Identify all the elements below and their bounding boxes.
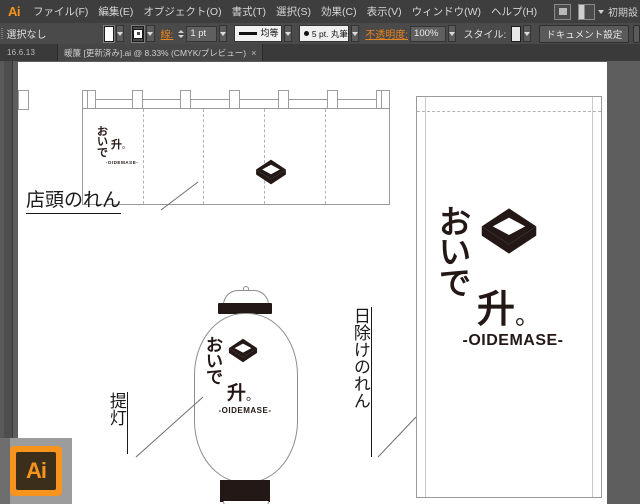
menu-bar: Ai ファイル(F) 編集(E) オブジェクト(O) 書式(T) 選択(S) 効… (0, 0, 640, 24)
fill-color-swatch[interactable] (103, 25, 114, 42)
close-icon[interactable]: × (251, 48, 256, 58)
bridge-icon[interactable] (554, 3, 572, 20)
logo-maru: 。 (515, 301, 541, 330)
document-tab-bar: 16.6.13 暖簾 [更新済み].ai @ 8.33% (CMYK/プレビュー… (0, 44, 640, 62)
annotation-lantern: 提灯 (106, 392, 128, 454)
oidemase-logo-lantern: お い で 升 。 -OIDEMASE- (206, 337, 284, 415)
logo-maru: 。 (122, 141, 130, 150)
menu-view[interactable]: 表示(V) (362, 0, 407, 23)
menu-window[interactable]: ウィンドウ(W) (407, 0, 486, 23)
opacity-label[interactable]: 不透明度: (365, 26, 408, 41)
noren-hanger (229, 90, 240, 110)
taskbar: Ai (0, 438, 72, 504)
arrange-documents-icon[interactable] (578, 3, 605, 20)
opacity-input[interactable]: 100% (410, 25, 447, 42)
sunshade-noren-artwork[interactable]: お い で 升 。 -OIDEMASE- (416, 96, 602, 498)
logo-kana-de: で (97, 145, 108, 159)
sunshade-edge-line (592, 97, 593, 497)
taskbar-rail (0, 438, 10, 504)
stroke-swatch-dropdown[interactable] (146, 25, 155, 42)
app-logo-icon: Ai (8, 4, 21, 19)
noren-hanger (18, 90, 29, 110)
brush-definition-dropdown[interactable] (350, 25, 360, 42)
artboard-page: お い で 升 。 -OIDEMASE- お い で 升 。 -OIDEMASE… (18, 62, 607, 504)
opacity-dropdown[interactable] (448, 25, 457, 42)
noren-slit (325, 109, 326, 204)
logo-masu: 升 (477, 286, 516, 331)
noren-hanger (327, 90, 338, 110)
control-bar-grip[interactable] (0, 23, 4, 44)
menu-type[interactable]: 書式(T) (227, 0, 271, 23)
menu-edit[interactable]: 編集(E) (93, 0, 138, 23)
noren-hanger (180, 90, 191, 110)
sunshade-hem-line (417, 111, 601, 112)
selection-status: 選択なし (6, 30, 47, 41)
width-profile-preview-icon (238, 32, 257, 35)
logo-kana-de: で (439, 263, 472, 302)
illustrator-window: Ai ファイル(F) 編集(E) オブジェクト(O) 書式(T) 選択(S) 効… (0, 0, 640, 504)
illustrator-dock-icon-label: Ai (16, 452, 56, 490)
stroke-weight-dropdown[interactable] (218, 25, 227, 42)
menu-object[interactable]: オブジェクト(O) (138, 0, 226, 23)
stroke-weight-input[interactable]: 1 pt (186, 25, 217, 42)
control-bar-overflow-button[interactable] (633, 24, 640, 43)
workspace-switcher-label[interactable]: 初期設 (608, 0, 638, 23)
masu-box-mark-icon (255, 159, 287, 190)
annotation-storefront-noren: 店頭のれん (26, 185, 122, 214)
noren-slit (203, 109, 204, 204)
logo-masu: 升 (111, 138, 122, 151)
masu-box-mark-icon (228, 338, 258, 368)
control-bar: 選択なし 線: 1 pt 均等 5 pt. 丸筆 不透明度: 100% スタイル… (0, 23, 640, 45)
menu-help[interactable]: ヘルプ(H) (486, 0, 542, 23)
logo-masu: 升 (227, 382, 247, 404)
logo-kana-de: で (206, 368, 223, 389)
lantern-artwork[interactable]: お い で 升 。 -OIDEMASE- (190, 286, 300, 504)
illustrator-dock-icon[interactable]: Ai (10, 446, 62, 496)
right-panel-rail[interactable] (618, 61, 640, 504)
sunshade-edge-line (425, 97, 426, 497)
menu-effect[interactable]: 効果(C) (316, 0, 362, 23)
logo-maru: 。 (246, 389, 260, 404)
brush-definition-select[interactable]: 5 pt. 丸筆 (298, 25, 349, 42)
noren-hanger (376, 90, 390, 110)
logo-romaji: -OIDEMASE- (462, 332, 564, 349)
logo-romaji: -OIDEMASE- (105, 160, 139, 166)
stroke-weight-stepper[interactable] (178, 26, 185, 41)
graphic-style-dropdown[interactable] (522, 25, 532, 42)
document-tab[interactable]: 暖簾 [更新済み].ai @ 8.33% (CMYK/プレビュー) × (57, 44, 264, 61)
stroke-weight-label[interactable]: 線: (161, 26, 174, 41)
brush-preview-icon (303, 31, 309, 36)
lantern-base-cap (220, 480, 270, 502)
noren-hanger (132, 90, 143, 110)
width-profile-dropdown[interactable] (283, 25, 292, 42)
oidemase-logo-small: お い で 升 。 -OIDEMASE- (97, 126, 147, 166)
noren-hanger (82, 90, 96, 110)
graphic-style-swatch[interactable] (511, 25, 521, 42)
noren-panel[interactable]: お い で 升 。 -OIDEMASE- (82, 108, 390, 205)
masu-box-mark-icon (480, 207, 538, 260)
artboard-canvas[interactable]: お い で 升 。 -OIDEMASE- お い で 升 。 -OIDEMASE… (13, 61, 618, 504)
version-label: 16.6.13 (7, 48, 36, 57)
variable-width-profile-select[interactable]: 均等 (233, 25, 282, 42)
chevron-down-icon (598, 9, 605, 14)
noren-hanger (278, 90, 289, 110)
menu-select[interactable]: 選択(S) (271, 0, 316, 23)
stroke-color-swatch[interactable] (132, 25, 145, 42)
menu-file[interactable]: ファイル(F) (28, 0, 93, 23)
document-setup-button[interactable]: ドキュメント設定 (539, 24, 630, 43)
logo-romaji: -OIDEMASE- (218, 406, 272, 415)
fill-swatch-dropdown[interactable] (115, 25, 125, 42)
document-tab-title: 暖簾 [更新済み].ai @ 8.33% (CMYK/プレビュー) (64, 47, 247, 58)
oidemase-logo-large: お い で 升 。 -OIDEMASE- (439, 206, 587, 350)
graphic-style-label: スタイル: (463, 30, 507, 41)
annotation-sunshade-noren: 日除けのれん (350, 307, 372, 457)
